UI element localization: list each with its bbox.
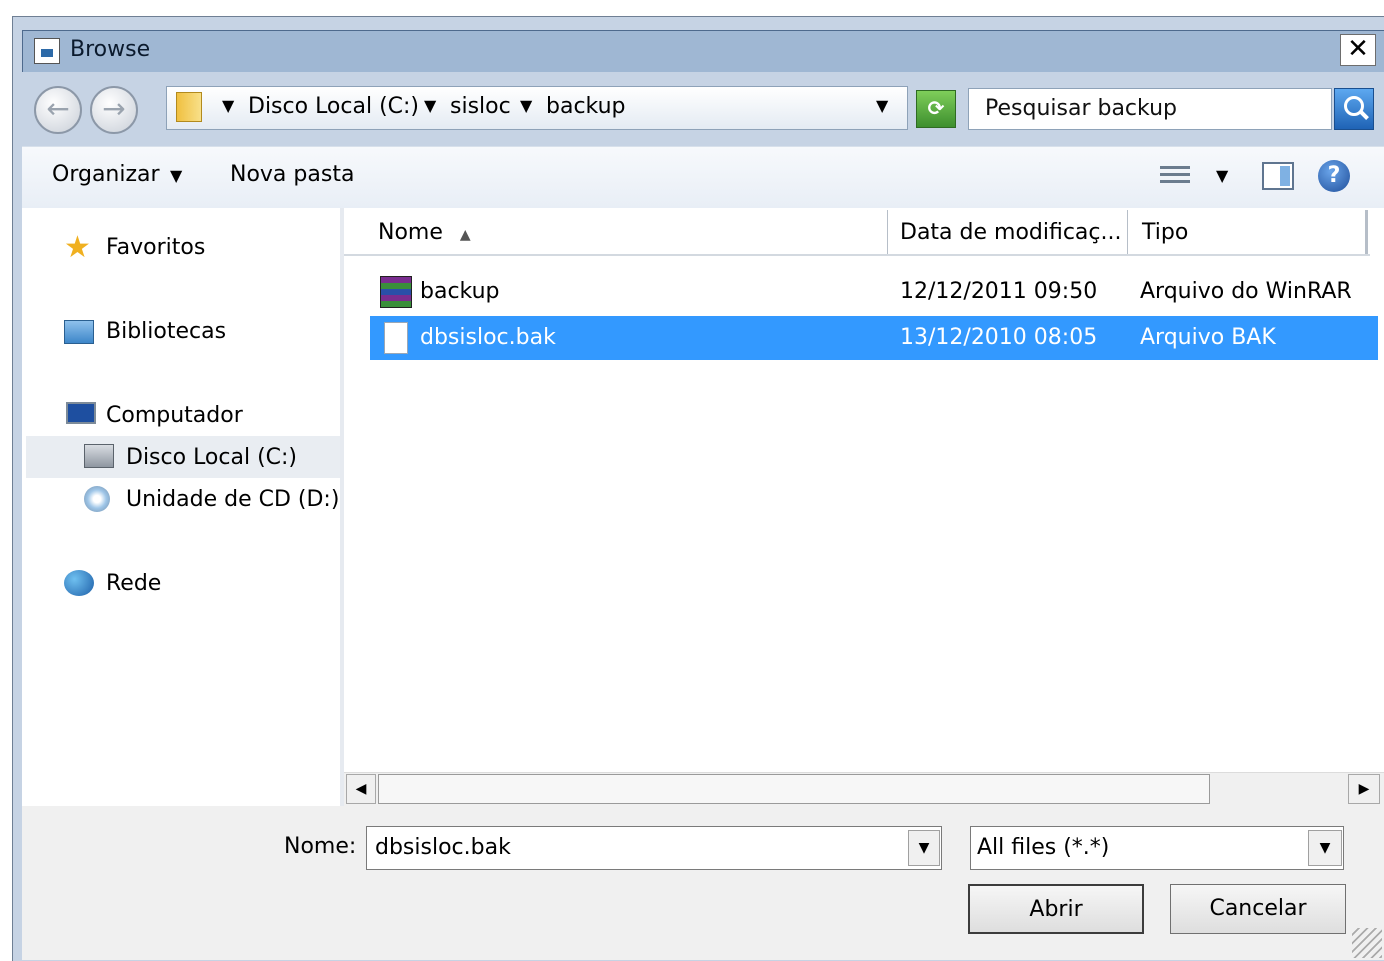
header-divider xyxy=(344,254,1370,256)
window-title: Browse xyxy=(70,37,151,62)
winrar-archive-icon xyxy=(380,276,412,308)
libraries-icon xyxy=(64,320,94,344)
search-icon[interactable] xyxy=(1334,88,1374,130)
scroll-left-arrow-icon[interactable]: ◀ xyxy=(346,774,376,804)
computer-icon xyxy=(66,402,96,424)
resize-grip[interactable] xyxy=(1352,928,1382,958)
file-type: Arquivo do WinRAR xyxy=(1140,279,1352,304)
column-header-modified[interactable]: Data de modificaç... xyxy=(888,210,1128,256)
chevron-down-icon[interactable]: ▼ xyxy=(520,96,532,115)
file-name-input[interactable]: dbsisloc.bak xyxy=(366,826,942,870)
help-icon[interactable]: ? xyxy=(1318,160,1350,192)
column-header-name[interactable]: Nome ▲ xyxy=(344,210,888,256)
column-header-type[interactable]: Tipo xyxy=(1128,210,1366,256)
chevron-down-icon[interactable]: ▼ xyxy=(222,96,234,115)
title-bar[interactable] xyxy=(22,30,1384,74)
scrollbar-thumb[interactable] xyxy=(378,774,1210,804)
folder-icon xyxy=(176,92,202,122)
file-name: backup xyxy=(420,279,500,304)
network-icon xyxy=(64,570,94,596)
nav-item-libraries[interactable]: Bibliotecas xyxy=(106,319,226,344)
nav-item-network[interactable]: Rede xyxy=(106,571,161,596)
nav-item-computer[interactable]: Computador xyxy=(106,403,243,428)
view-options-icon[interactable] xyxy=(1160,164,1190,188)
file-name-label: Nome: xyxy=(284,834,357,859)
breadcrumb-backup[interactable]: backup xyxy=(546,94,626,119)
column-separator xyxy=(1366,210,1368,256)
scroll-right-arrow-icon[interactable]: ▶ xyxy=(1348,774,1380,804)
breadcrumb-disk[interactable]: Disco Local (C:) xyxy=(248,94,419,119)
file-name: dbsisloc.bak xyxy=(420,325,556,350)
open-button[interactable]: Abrir xyxy=(968,884,1144,934)
forward-button[interactable]: → xyxy=(90,86,138,134)
refresh-button[interactable]: ⟳ xyxy=(916,90,956,128)
file-type-select[interactable]: All files (*.*) xyxy=(970,826,1344,870)
blank-file-icon xyxy=(384,322,408,354)
chevron-down-icon[interactable]: ▼ xyxy=(1216,166,1228,185)
preview-pane-icon[interactable] xyxy=(1262,162,1294,190)
back-button[interactable]: ← xyxy=(34,86,82,134)
file-name-dropdown-button[interactable]: ▼ xyxy=(908,830,940,866)
nav-item-favorites[interactable]: Favoritos xyxy=(106,235,205,260)
close-button[interactable]: ✕ xyxy=(1340,34,1376,66)
nav-item-cd-drive[interactable]: Unidade de CD (D:) xyxy=(126,487,340,512)
file-type: Arquivo BAK xyxy=(1140,325,1276,350)
chevron-down-icon[interactable]: ▼ xyxy=(424,96,436,115)
cancel-button[interactable]: Cancelar xyxy=(1170,884,1346,934)
nav-item-local-disk[interactable]: Disco Local (C:) xyxy=(126,445,297,470)
breadcrumb-sisloc[interactable]: sisloc xyxy=(450,94,511,119)
cd-drive-icon xyxy=(84,486,110,512)
local-disk-icon xyxy=(84,444,114,468)
new-folder-button[interactable]: Nova pasta xyxy=(230,162,354,187)
star-icon: ★ xyxy=(64,230,91,265)
search-input[interactable]: Pesquisar backup xyxy=(968,88,1332,130)
chevron-down-icon[interactable]: ▼ xyxy=(170,166,182,185)
column-name-label: Nome xyxy=(378,220,443,245)
sort-ascending-icon: ▲ xyxy=(459,227,471,243)
address-history-dropdown[interactable]: ▼ xyxy=(876,96,888,115)
file-modified: 12/12/2011 09:50 xyxy=(900,279,1098,304)
file-type-dropdown-button[interactable]: ▼ xyxy=(1308,830,1342,866)
file-modified: 13/12/2010 08:05 xyxy=(900,325,1098,350)
organize-button[interactable]: Organizar xyxy=(52,162,160,187)
app-icon xyxy=(34,38,60,64)
